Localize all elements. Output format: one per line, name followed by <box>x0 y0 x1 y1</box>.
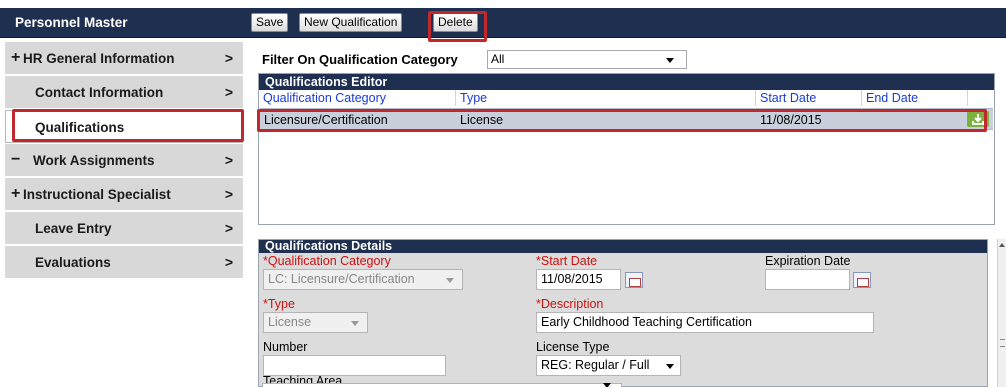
sidebar-item-hr-general-information[interactable]: + HR General Information > <box>5 42 243 75</box>
start-date-value: 11/08/2015 <box>541 272 603 286</box>
chevron-down-icon <box>446 278 454 283</box>
expiration-date-input[interactable] <box>765 269 850 290</box>
chevron-right-icon: > <box>224 50 233 66</box>
details-scrollbar[interactable] <box>997 239 1006 387</box>
qualification-category-select[interactable]: LC: Licensure/Certification <box>263 269 463 290</box>
type-select[interactable]: License <box>263 312 368 333</box>
license-type-value: REG: Regular / Full <box>541 358 650 372</box>
sidebar-item-label: Leave Entry <box>35 221 112 236</box>
sidebar-item-evaluations[interactable]: Evaluations > <box>5 246 243 279</box>
license-type-select[interactable]: REG: Regular / Full <box>536 355 681 376</box>
sidebar-item-work-assignments[interactable]: − Work Assignments > <box>5 144 243 177</box>
expiration-date-label: Expiration Date <box>765 254 851 268</box>
chevron-down-icon <box>603 383 611 387</box>
header-bar: Personnel Master Save New Qualification … <box>0 8 1006 38</box>
sidebar-item-label: Qualifications <box>35 120 125 135</box>
table-row[interactable]: Licensure/Certification License 11/08/20… <box>260 108 993 130</box>
sidebar: + HR General Information > Contact Infor… <box>0 38 244 387</box>
qualifications-editor: Qualifications Editor Qualification Cate… <box>258 73 995 225</box>
chevron-down-icon <box>666 58 674 63</box>
top-strip <box>0 0 1006 8</box>
column-header-type[interactable]: Type <box>456 90 756 106</box>
chevron-down-icon <box>666 364 674 369</box>
sidebar-item-label: HR General Information <box>23 51 175 66</box>
scroll-grip-icon[interactable] <box>1000 339 1005 347</box>
chevron-down-icon <box>351 321 359 326</box>
column-header-start-date[interactable]: Start Date <box>756 90 862 106</box>
sidebar-item-label: Work Assignments <box>33 153 155 168</box>
chevron-right-icon: > <box>224 220 233 236</box>
number-input[interactable] <box>263 355 446 376</box>
description-label: *Description <box>536 297 604 311</box>
chevron-right-icon: > <box>224 84 233 100</box>
cell-type: License <box>460 113 504 127</box>
calendar-icon[interactable] <box>625 272 643 288</box>
qualifications-details: Qualifications Details *Qualification Ca… <box>258 239 988 387</box>
cell-start-date: 11/08/2015 <box>760 113 822 127</box>
details-title: Qualifications Details <box>259 240 987 253</box>
download-icon-glyph <box>972 114 984 125</box>
qualification-category-label: *Qualification Category <box>263 254 391 268</box>
filter-select-value: All <box>491 52 505 66</box>
cell-category: Licensure/Certification <box>264 113 388 127</box>
expand-icon: + <box>11 49 21 66</box>
page-title: Personnel Master <box>15 15 128 30</box>
column-header-category[interactable]: Qualification Category <box>259 90 456 106</box>
type-value: License <box>268 315 312 329</box>
filter-category-select[interactable]: All <box>487 50 687 69</box>
new-qualification-button[interactable]: New Qualification <box>299 13 403 32</box>
save-button[interactable]: Save <box>251 13 289 32</box>
sidebar-item-label: Instructional Specialist <box>23 187 171 202</box>
collapse-icon: − <box>11 151 21 168</box>
start-date-input[interactable]: 11/08/2015 <box>536 269 621 290</box>
chevron-right-icon: > <box>224 152 233 168</box>
filter-label: Filter On Qualification Category <box>262 52 458 67</box>
calendar-icon[interactable] <box>853 272 871 288</box>
sidebar-item-label: Evaluations <box>35 255 111 270</box>
start-date-label: *Start Date <box>536 254 598 268</box>
sidebar-item-contact-information[interactable]: Contact Information > <box>5 76 243 109</box>
teaching-area-select[interactable] <box>262 383 622 387</box>
number-label: Number <box>263 340 308 354</box>
chevron-right-icon: > <box>224 254 233 270</box>
main-content: Filter On Qualification Category All Qua… <box>250 38 1006 387</box>
download-icon[interactable] <box>967 111 989 127</box>
sidebar-item-instructional-specialist[interactable]: + Instructional Specialist > <box>5 178 243 211</box>
chevron-right-icon: > <box>224 186 233 202</box>
type-label: *Type <box>263 297 295 311</box>
column-header-end-date[interactable]: End Date <box>862 90 968 106</box>
editor-title: Qualifications Editor <box>259 74 994 90</box>
description-value: Early Childhood Teaching Certification <box>541 315 752 329</box>
sidebar-item-label: Contact Information <box>35 85 164 100</box>
qualification-category-value: LC: Licensure/Certification <box>268 272 415 286</box>
license-type-label: License Type <box>536 340 610 354</box>
sidebar-item-qualifications[interactable]: Qualifications <box>5 110 243 143</box>
sidebar-item-leave-entry[interactable]: Leave Entry > <box>5 212 243 245</box>
description-input[interactable]: Early Childhood Teaching Certification <box>536 312 874 333</box>
expand-icon: + <box>11 185 21 202</box>
scroll-up-icon[interactable] <box>999 243 1005 247</box>
delete-button[interactable]: Delete <box>433 13 478 32</box>
